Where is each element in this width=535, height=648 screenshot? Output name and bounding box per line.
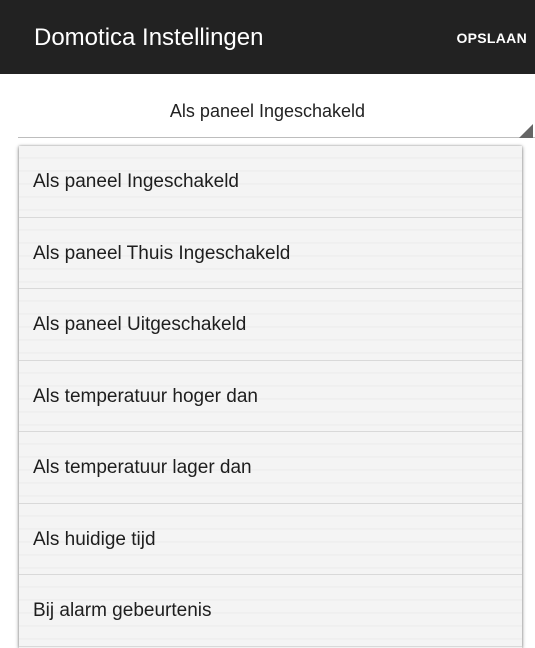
dropdown-item-panel-disarmed[interactable]: Als paneel Uitgeschakeld	[19, 289, 522, 361]
dropdown-item-label: Als paneel Ingeschakeld	[33, 171, 239, 192]
dropdown-item-panel-home-armed[interactable]: Als paneel Thuis Ingeschakeld	[19, 217, 522, 289]
dropdown-list: Als paneel Ingeschakeld Als paneel Thuis…	[19, 146, 522, 648]
dropdown-item-label: Als temperatuur hoger dan	[33, 385, 258, 407]
dropdown-item-alarm-event[interactable]: Bij alarm gebeurtenis	[19, 575, 522, 647]
dropdown-item-panel-armed[interactable]: Als paneel Ingeschakeld	[19, 146, 522, 218]
dropdown-item-temperature-higher[interactable]: Als temperatuur hoger dan	[19, 360, 522, 432]
page-title: Domotica Instellingen	[34, 24, 264, 51]
dropdown-arrow-icon	[519, 124, 533, 138]
dropdown-item-label: Bij alarm gebeurtenis	[33, 600, 212, 621]
dropdown-item-label: Als paneel Thuis Ingeschakeld	[33, 242, 291, 264]
spinner-selected-value: Als paneel Ingeschakeld	[169, 101, 366, 121]
save-button[interactable]: OPSLAAN	[456, 30, 527, 46]
app-bar: Domotica Instellingen OPSLAAN	[0, 0, 535, 74]
dropdown-item-current-time[interactable]: Als huidige tijd	[19, 503, 522, 575]
dropdown-item-temperature-lower[interactable]: Als temperatuur lager dan	[19, 432, 522, 504]
dropdown-item-label: Als huidige tijd	[33, 528, 156, 550]
spinner-underline	[18, 137, 535, 138]
dropdown-item-label: Als temperatuur lager dan	[33, 457, 252, 478]
trigger-spinner[interactable]: Als paneel Ingeschakeld	[0, 74, 535, 140]
dropdown-item-label: Als paneel Uitgeschakeld	[33, 314, 247, 335]
